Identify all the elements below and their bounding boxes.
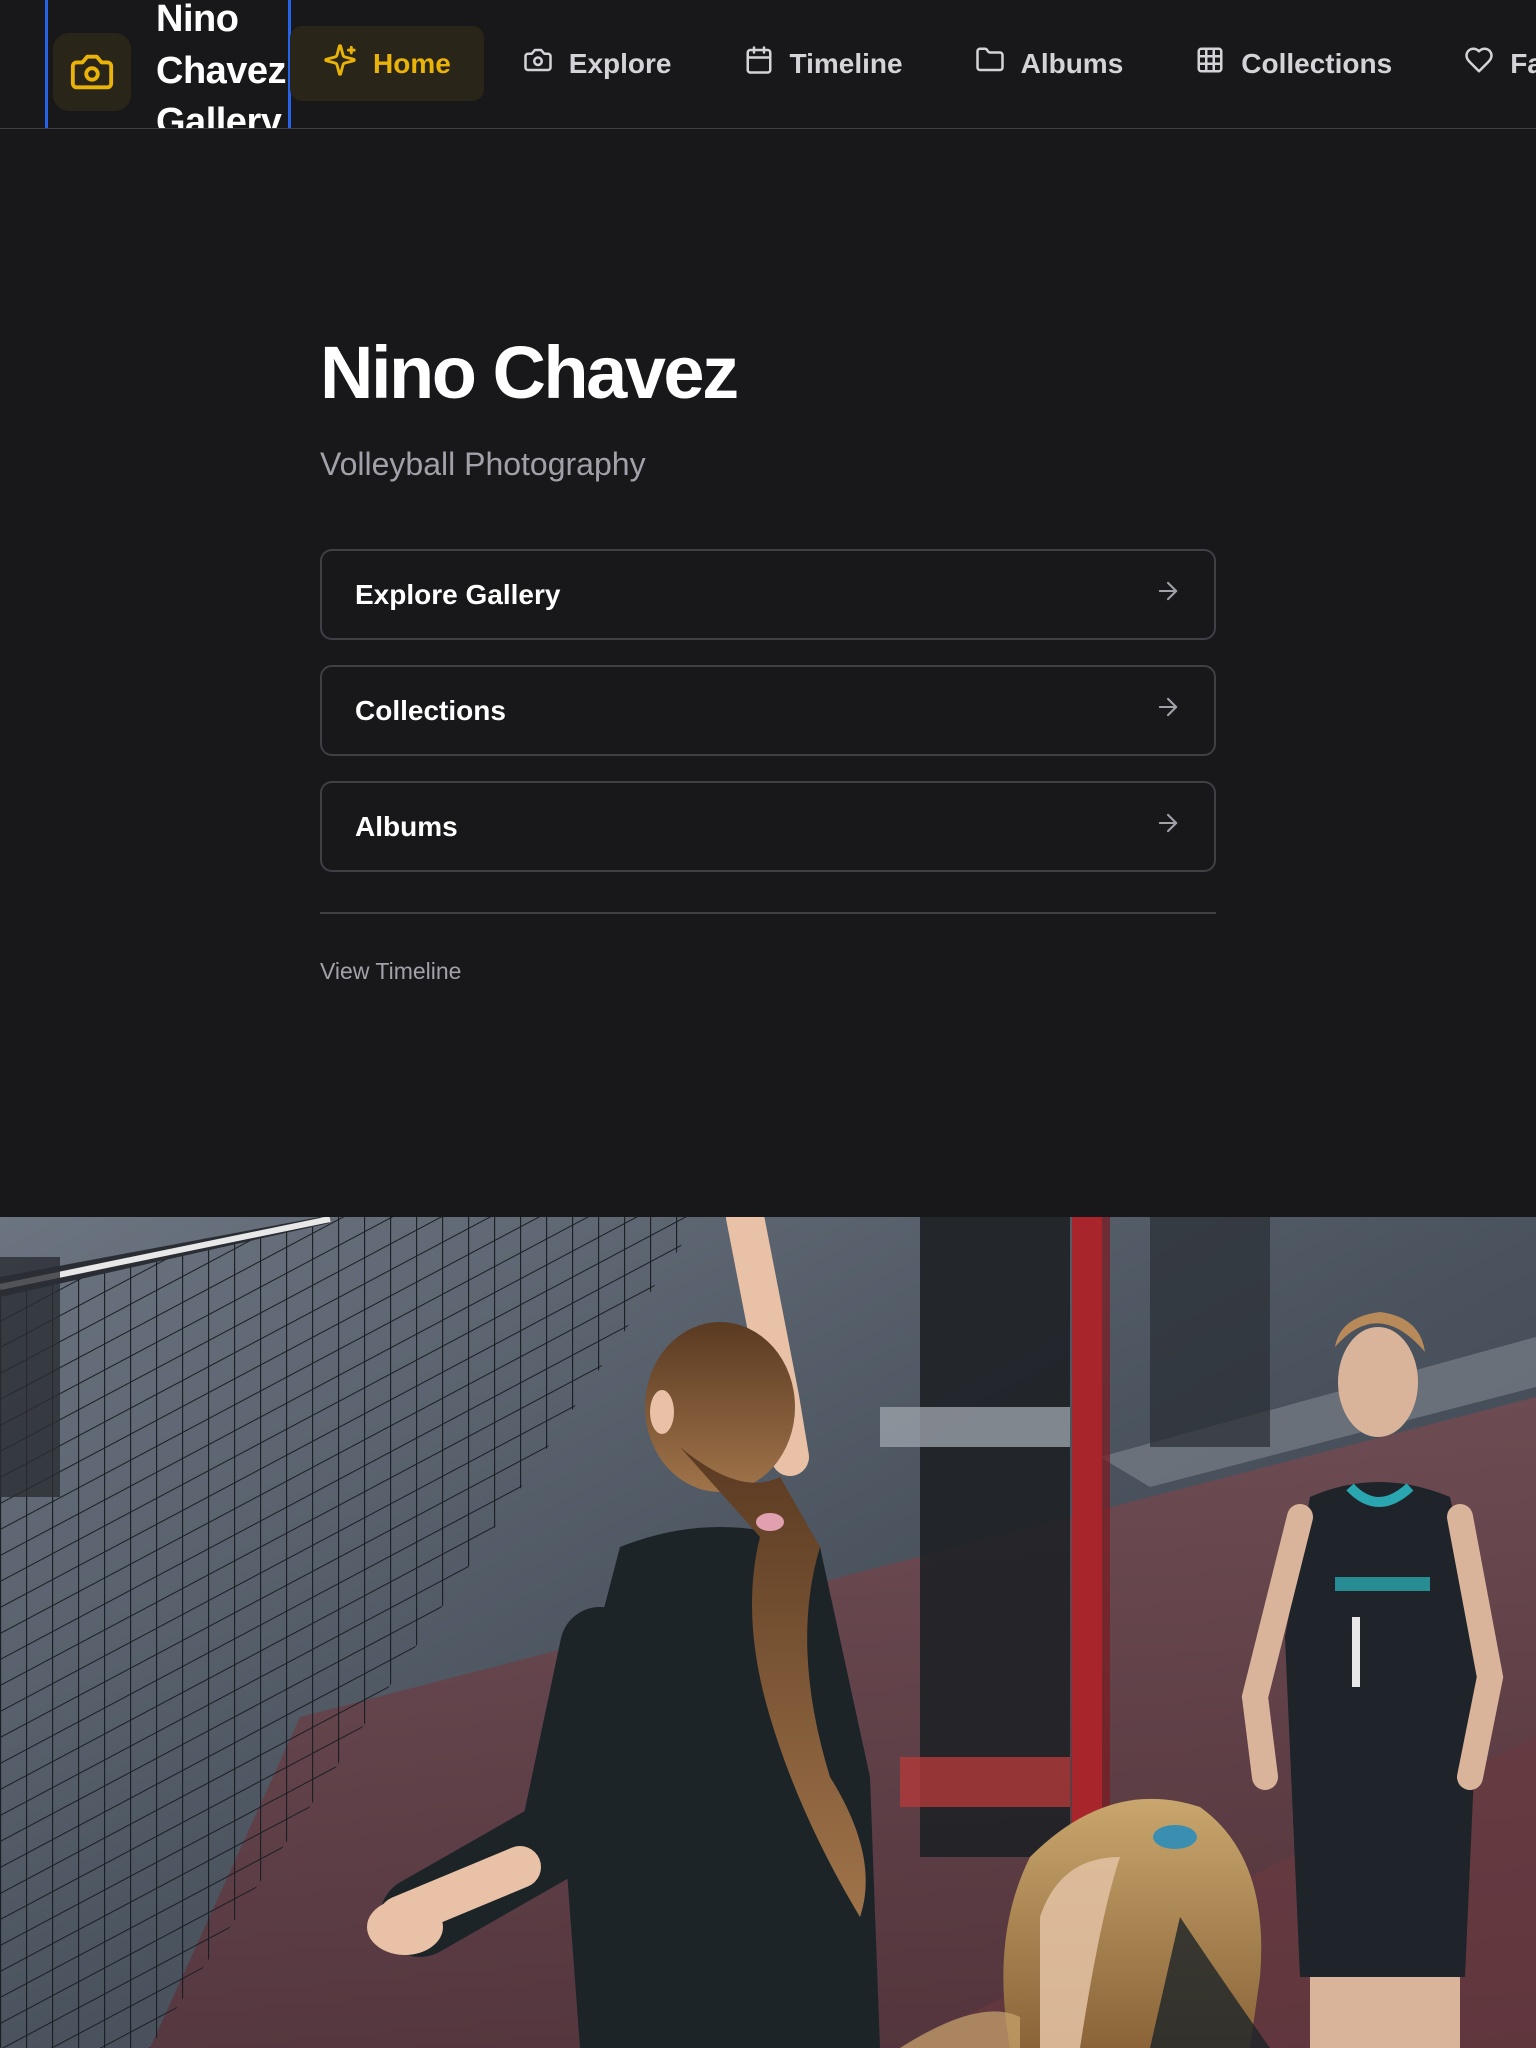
- page-title: Nino Chavez: [320, 331, 739, 414]
- calendar-icon: [744, 45, 790, 82]
- camera-icon: [523, 45, 569, 82]
- brand-link[interactable]: Nino Chavez Gallery: [45, 0, 291, 129]
- camera-logo-icon: [53, 32, 131, 111]
- nav-item-albums[interactable]: Albums: [942, 26, 1157, 101]
- arrow-right-icon: [1154, 577, 1182, 612]
- nav-item-favorites[interactable]: Fa: [1431, 26, 1536, 101]
- nav-item-label: Explore: [568, 47, 672, 79]
- arrow-right-icon: [1154, 809, 1182, 844]
- hero-link-list: Explore Gallery Collections Albums: [320, 549, 1216, 872]
- collections-link[interactable]: Collections: [320, 665, 1216, 756]
- nav-item-explore[interactable]: Explore: [490, 26, 705, 101]
- folder-icon: [975, 45, 1021, 82]
- nav-item-label: Collections: [1241, 47, 1393, 79]
- page-subtitle: Volleyball Photography: [320, 446, 646, 482]
- arrow-right-icon: [1154, 693, 1182, 728]
- divider: [320, 912, 1216, 914]
- view-timeline-link[interactable]: View Timeline: [320, 958, 461, 985]
- hero-section: Nino Chavez Volleyball Photography Explo…: [320, 330, 1216, 985]
- explore-gallery-link[interactable]: Explore Gallery: [320, 549, 1216, 640]
- nav-item-label: Fa: [1510, 47, 1536, 79]
- nav-item-label: Albums: [1020, 47, 1124, 79]
- nav-item-collections[interactable]: Collections: [1162, 26, 1425, 101]
- featured-photo[interactable]: [0, 1217, 1536, 2048]
- top-navigation: Nino Chavez Gallery Home Explore Timelin…: [0, 0, 1536, 129]
- nav-item-timeline[interactable]: Timeline: [711, 26, 936, 101]
- brand-title: Nino Chavez Gallery: [156, 0, 287, 129]
- nav-item-label: Timeline: [789, 47, 903, 79]
- link-label: Explore Gallery: [355, 578, 561, 610]
- link-label: Albums: [355, 810, 458, 842]
- albums-link[interactable]: Albums: [320, 781, 1216, 872]
- sparkles-icon: [323, 43, 373, 84]
- heart-icon: [1464, 45, 1510, 82]
- main-nav: Home Explore Timeline Albums Collections…: [290, 26, 1536, 101]
- grid-icon: [1195, 45, 1241, 82]
- nav-item-label: Home: [373, 47, 451, 79]
- link-label: Collections: [355, 694, 506, 726]
- nav-item-home[interactable]: Home: [290, 26, 484, 101]
